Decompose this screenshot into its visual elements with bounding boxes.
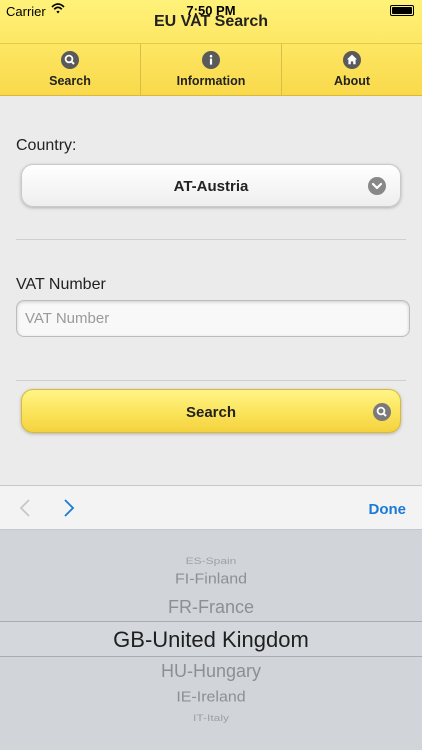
picker-option[interactable]: IE-Ireland (0, 690, 422, 706)
next-field-icon[interactable] (58, 498, 78, 518)
country-select-value: AT-Austria (173, 178, 249, 195)
vat-number-input[interactable] (16, 300, 410, 337)
country-select[interactable]: AT-Austria (21, 164, 401, 207)
keyboard-accessory-bar: Done (0, 485, 422, 530)
tab-bar: Search Information About (0, 43, 422, 95)
country-picker[interactable]: ES-Spain FI-Finland FR-France GB-United … (0, 530, 422, 750)
home-icon (343, 51, 361, 69)
search-button[interactable]: Search (21, 389, 401, 433)
done-button[interactable]: Done (369, 501, 407, 518)
search-icon (373, 403, 391, 421)
tab-search[interactable]: Search (0, 44, 141, 95)
picker-option[interactable]: FI-Finland (0, 572, 422, 588)
vat-number-label: VAT Number (16, 276, 106, 293)
tab-information-label: Information (176, 74, 246, 88)
picker-option[interactable]: HU-Hungary (0, 661, 422, 682)
search-button-label: Search (185, 404, 237, 421)
app-header: Carrier 7:50 PM EU VAT Search Search Inf… (0, 0, 422, 96)
divider (16, 380, 406, 381)
tab-about-label: About (333, 74, 371, 88)
tab-about[interactable]: About (282, 44, 422, 95)
tab-information[interactable]: Information (141, 44, 282, 95)
divider (16, 239, 406, 240)
picker-option-selected[interactable]: GB-United Kingdom (0, 627, 422, 653)
picker-option[interactable]: ES-Spain (0, 555, 422, 566)
page-title: EU VAT Search (153, 13, 269, 30)
tab-search-label: Search (49, 74, 91, 88)
previous-field-icon[interactable] (16, 498, 36, 518)
chevron-down-icon (368, 177, 386, 195)
picker-option[interactable]: FR-France (0, 597, 422, 618)
country-label: Country: (16, 137, 77, 154)
picker-option[interactable]: IT-Italy (0, 712, 422, 723)
search-icon (61, 51, 79, 69)
info-icon (202, 51, 220, 69)
